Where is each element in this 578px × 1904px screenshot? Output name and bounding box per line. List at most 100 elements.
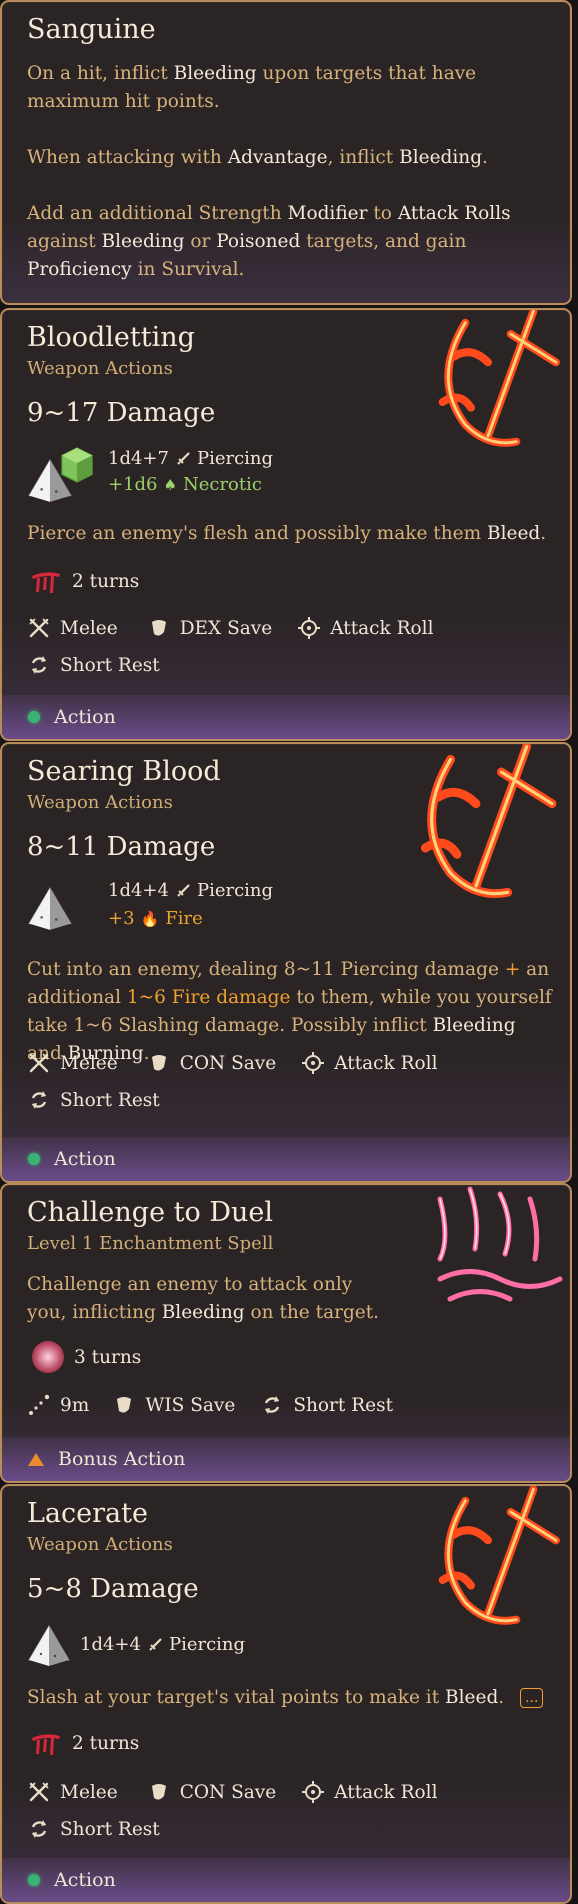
short-rest-icon (28, 654, 50, 676)
melee-icon (28, 1052, 50, 1074)
recharge-text: Short Rest (60, 1089, 160, 1111)
action-cost: Action (54, 1148, 116, 1170)
recharge-row: Short Rest (28, 1818, 160, 1840)
card-subtitle: Weapon Actions (27, 792, 173, 813)
action-dot-icon (28, 1153, 40, 1165)
save-icon (148, 617, 170, 639)
card-description: Pierce an enemy's flesh and possibly mak… (27, 523, 547, 544)
piercing-icon (175, 883, 191, 899)
action-dot-icon (28, 711, 40, 723)
d4-dice-icon (27, 886, 73, 932)
card-title: Bloodletting (27, 322, 195, 353)
card-subtitle: Weapon Actions (27, 358, 173, 379)
necrotic-icon: ♠ (163, 475, 177, 494)
stats-row: Melee DEX Save Attack Roll (28, 617, 434, 639)
bloodletting-art-icon (420, 308, 572, 470)
dice-formula: 1d4+7 (108, 448, 169, 469)
attack-roll-icon (302, 1052, 324, 1074)
duration-text: 3 turns (74, 1346, 142, 1368)
spell-card-challenge-to-duel[interactable]: Challenge to Duel Level 1 Enchantment Sp… (0, 1183, 572, 1483)
save-text: WIS Save (145, 1394, 236, 1416)
action-cost-footer: Action (2, 1137, 570, 1181)
stats-row: 9m WIS Save Short Rest (28, 1394, 393, 1416)
dice-formula: +3 (108, 908, 135, 929)
damage-type: Fire (165, 908, 203, 929)
bleeding-icon (30, 568, 62, 594)
passive-card-sanguine[interactable]: Sanguine On a hit, inflict Bleeding upon… (0, 0, 572, 305)
duel-condition-icon (32, 1341, 64, 1373)
damage-line-1: 1d4+4 Piercing (108, 880, 273, 901)
duration-row: 2 turns (30, 568, 139, 594)
action-cost-footer: Action (2, 1858, 570, 1902)
attack-roll-icon (298, 617, 320, 639)
damage-line-2: +1d6 ♠ Necrotic (108, 474, 262, 495)
action-cost-footer: Bonus Action (2, 1437, 570, 1481)
d4-dice-icon (27, 1624, 71, 1668)
card-title: Lacerate (27, 1498, 148, 1529)
action-card-lacerate[interactable]: Lacerate Weapon Actions 5~8 Damage 1d4+4… (0, 1484, 572, 1904)
action-cost-footer: Action (2, 695, 570, 739)
card-subtitle: Weapon Actions (27, 1534, 173, 1555)
stats-row: Melee CON Save Attack Roll (28, 1781, 438, 1803)
duration-text: 2 turns (72, 570, 140, 592)
recharge-row: Short Rest (28, 1089, 160, 1111)
desc-paragraph-3: Add an additional Strength Modifier to A… (27, 203, 511, 280)
card-subtitle: Level 1 Enchantment Spell (27, 1233, 274, 1254)
card-title: Searing Blood (27, 756, 221, 787)
short-rest-icon (261, 1394, 283, 1416)
damage-range: 9~17 Damage (27, 398, 216, 428)
piercing-icon (175, 451, 191, 467)
action-card-bloodletting[interactable]: Bloodletting Weapon Actions 9~17 Damage … (0, 308, 572, 741)
card-title: Sanguine (27, 14, 156, 45)
searing-blood-art-icon (400, 742, 572, 924)
card-title: Challenge to Duel (27, 1197, 273, 1228)
damage-type: Necrotic (182, 474, 262, 495)
save-icon (148, 1781, 170, 1803)
save-text: CON Save (179, 1781, 277, 1803)
piercing-icon (147, 1637, 163, 1653)
range-text: Melee (60, 1052, 118, 1074)
damage-type: Piercing (196, 448, 274, 469)
save-text: CON Save (179, 1052, 277, 1074)
action-cost: Bonus Action (58, 1448, 186, 1470)
bonus-action-triangle-icon (28, 1452, 44, 1466)
range-icon (28, 1394, 50, 1416)
challenge-to-duel-art-icon (410, 1183, 572, 1329)
action-dot-icon (28, 1874, 40, 1886)
lacerate-art-icon (420, 1484, 572, 1648)
d6-dice-icon (58, 446, 96, 484)
save-icon (113, 1394, 135, 1416)
desc-paragraph-2: When attacking with Advantage, inflict B… (27, 147, 488, 168)
range-text: Melee (60, 617, 118, 639)
stats-row: Melee CON Save Attack Roll (28, 1052, 438, 1074)
roll-text: Attack Roll (334, 1781, 438, 1803)
card-description: Slash at your target's vital points to m… (27, 1684, 552, 1712)
save-text: DEX Save (179, 617, 273, 639)
action-card-searing-blood[interactable]: Searing Blood Weapon Actions 8~11 Damage… (0, 742, 572, 1183)
roll-text: Attack Roll (330, 617, 434, 639)
damage-type: Piercing (196, 880, 274, 901)
damage-range: 8~11 Damage (27, 832, 216, 862)
dice-formula: +1d6 (108, 474, 158, 495)
damage-line-1: 1d4+4 Piercing (80, 1634, 245, 1655)
roll-text: Attack Roll (334, 1052, 438, 1074)
desc-paragraph-1: On a hit, inflict Bleeding upon targets … (27, 63, 477, 112)
dice-formula: 1d4+4 (108, 880, 169, 901)
melee-icon (28, 617, 50, 639)
bleeding-icon (30, 1730, 62, 1756)
short-rest-icon (28, 1089, 50, 1111)
attack-roll-icon (302, 1781, 324, 1803)
recharge-row: Short Rest (28, 654, 160, 676)
action-cost: Action (54, 706, 116, 728)
duration-row: 3 turns (32, 1341, 141, 1373)
fire-icon: 🔥 (140, 909, 160, 928)
recharge-text: Short Rest (60, 1818, 160, 1840)
duration-text: 2 turns (72, 1732, 140, 1754)
more-info-button[interactable]: ... (520, 1688, 544, 1708)
range-text: 9m (60, 1394, 90, 1416)
damage-line-1: 1d4+7 Piercing (108, 448, 273, 469)
recharge-text: Short Rest (293, 1394, 394, 1416)
dice-formula: 1d4+4 (80, 1634, 141, 1655)
melee-icon (28, 1781, 50, 1803)
card-description: Challenge an enemy to attack only you, i… (27, 1274, 380, 1323)
